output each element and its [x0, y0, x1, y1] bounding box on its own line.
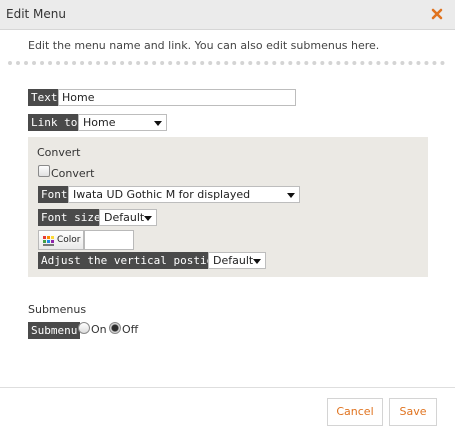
- dialog-title: Edit Menu: [6, 7, 66, 21]
- chevron-down-icon: [154, 121, 162, 126]
- submenus-heading: Submenus: [28, 303, 87, 316]
- chevron-down-icon: [253, 259, 261, 264]
- submenu-on-radio[interactable]: [78, 322, 90, 334]
- font-size-label: Font size: [38, 209, 104, 226]
- convert-checkbox-label: Convert: [51, 167, 95, 180]
- text-input[interactable]: Home: [58, 89, 296, 106]
- adjust-vertical-label: Adjust the vertical postion: [38, 252, 223, 269]
- save-button[interactable]: Save: [389, 398, 437, 426]
- dialog-titlebar: Edit Menu: [0, 0, 455, 30]
- link-to-select[interactable]: Home: [78, 114, 167, 131]
- chevron-down-icon: [287, 193, 295, 198]
- link-to-label: Link to: [28, 114, 81, 131]
- convert-heading: Convert: [37, 146, 81, 159]
- footer-divider: [0, 387, 455, 388]
- font-size-select[interactable]: Default: [99, 209, 157, 226]
- divider: [8, 61, 445, 65]
- palette-icon: [43, 236, 54, 246]
- convert-checkbox[interactable]: [38, 165, 50, 177]
- submenu-label: Submenu: [28, 322, 81, 339]
- color-button[interactable]: Color: [38, 230, 84, 250]
- submenu-on-label: On: [91, 323, 107, 336]
- adjust-vertical-value: Default: [213, 254, 254, 267]
- text-label: Text: [28, 89, 61, 106]
- color-button-label: Color: [57, 235, 81, 245]
- link-to-value: Home: [83, 116, 116, 129]
- font-value: Iwata UD Gothic M for displayed: [73, 188, 251, 201]
- submenu-off-label: Off: [122, 323, 139, 336]
- cancel-button[interactable]: Cancel: [327, 398, 383, 426]
- font-size-value: Default: [104, 211, 145, 224]
- close-icon[interactable]: [429, 6, 445, 22]
- color-input[interactable]: [84, 230, 134, 250]
- font-select[interactable]: Iwata UD Gothic M for displayed: [68, 186, 300, 203]
- dialog-intro: Edit the menu name and link. You can als…: [28, 39, 380, 52]
- chevron-down-icon: [144, 216, 152, 221]
- font-label: Font: [38, 186, 71, 203]
- submenu-off-radio[interactable]: [109, 322, 121, 334]
- adjust-vertical-select[interactable]: Default: [208, 252, 266, 269]
